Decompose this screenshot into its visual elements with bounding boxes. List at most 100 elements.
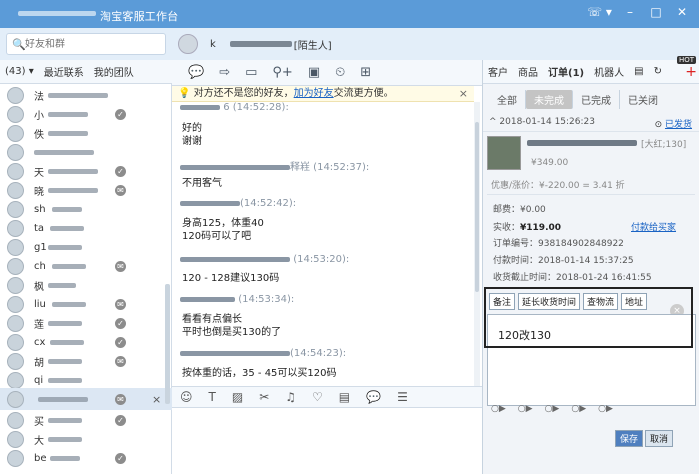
shake-icon[interactable]: ♫ bbox=[285, 390, 296, 404]
maximize-button[interactable]: □ bbox=[647, 5, 665, 19]
name-blur bbox=[48, 187, 98, 193]
image-icon[interactable]: ▨ bbox=[232, 390, 243, 404]
flag-radio-green[interactable]: ○▶ bbox=[545, 404, 560, 414]
pay-time: 付款时间：2018-01-14 15:37:25 bbox=[493, 256, 634, 266]
tab-customer[interactable]: 客户 bbox=[483, 64, 513, 79]
status-icon: ✓ bbox=[115, 452, 126, 464]
contact-item-selected[interactable]: ✉ × bbox=[0, 388, 172, 410]
video-icon[interactable]: ▭ bbox=[245, 65, 257, 80]
notice-close-icon[interactable]: × bbox=[459, 86, 468, 102]
status-icon: ✉ bbox=[115, 298, 126, 310]
avatar bbox=[7, 219, 24, 237]
avatar bbox=[7, 411, 24, 429]
tab-contacts[interactable]: (43) ▾ bbox=[0, 66, 39, 77]
order-date: ^ 2018-01-14 15:26:23 bbox=[489, 117, 595, 127]
screenshot-icon[interactable]: ✂ bbox=[259, 390, 269, 404]
contact-name-blur bbox=[229, 41, 292, 47]
name-blur bbox=[48, 130, 88, 136]
note-icon[interactable]: ▤ bbox=[629, 66, 648, 77]
contact-name: sh bbox=[34, 203, 46, 215]
refresh-icon[interactable]: ↻ bbox=[649, 66, 667, 77]
friend-notice: 💡 对方还不是您的好友，加为好友交流更方便。 × bbox=[172, 86, 474, 102]
avatar bbox=[7, 181, 24, 199]
tab-order[interactable]: 订单(1) bbox=[543, 64, 589, 79]
tab-recent[interactable]: 最近联系 bbox=[39, 64, 89, 79]
message-body: 120 - 128建议130码 bbox=[182, 272, 279, 285]
close-icon[interactable]: × bbox=[152, 393, 161, 406]
chat-scrollbar[interactable] bbox=[474, 102, 480, 388]
save-button[interactable]: 保存 bbox=[615, 430, 644, 447]
order-date-text: 2018-01-14 15:26:23 bbox=[499, 117, 595, 127]
chat-area: 💡 对方还不是您的好友，加为好友交流更方便。 × 6 (14:52:28): 好… bbox=[172, 86, 482, 388]
name-blur bbox=[48, 92, 108, 98]
flag-radio-yellow[interactable]: ○▶ bbox=[518, 404, 533, 414]
avatar bbox=[7, 352, 24, 370]
scroll-thumb[interactable] bbox=[475, 122, 479, 292]
filter-all[interactable]: 全部 bbox=[489, 89, 526, 109]
status-icon: ✓ bbox=[115, 317, 126, 329]
favorite-icon[interactable]: ♡ bbox=[312, 390, 323, 404]
message-line: 不用客气 bbox=[182, 178, 222, 189]
discount-text: 优惠/涨价：¥-220.00 = 3.41 折 bbox=[491, 181, 625, 191]
time-icon[interactable]: ⏲ bbox=[335, 65, 345, 80]
filter-incomplete[interactable]: 未完成 bbox=[526, 89, 573, 109]
filter-complete[interactable]: 已完成 bbox=[573, 89, 620, 109]
emoji-icon[interactable]: ☺ bbox=[180, 390, 193, 404]
cancel-button[interactable]: 取消 bbox=[645, 430, 674, 447]
more-icon[interactable]: ☰ bbox=[397, 390, 408, 404]
screen-icon[interactable]: ▣ bbox=[308, 65, 320, 80]
pay-seller-link[interactable]: 付款给买家 bbox=[631, 220, 676, 233]
avatar bbox=[7, 200, 24, 218]
search-box[interactable]: 🔍 bbox=[6, 33, 166, 55]
history-icon[interactable]: ▤ bbox=[339, 390, 350, 404]
transfer-icon[interactable]: ⇨ bbox=[219, 65, 230, 80]
message-input[interactable] bbox=[172, 408, 482, 474]
message-header: (14:54:23): bbox=[180, 348, 346, 359]
close-button[interactable]: ✕ bbox=[673, 5, 691, 19]
name-blur bbox=[34, 149, 94, 155]
quick-reply-icon[interactable]: 💬 bbox=[366, 390, 381, 404]
divider bbox=[487, 194, 695, 195]
order-status: ⊙ 已发货 bbox=[654, 120, 692, 130]
avatar bbox=[7, 162, 24, 180]
contact-name: 小 bbox=[34, 110, 44, 122]
search-input[interactable] bbox=[25, 36, 161, 52]
shipped-link[interactable]: 已发货 bbox=[665, 120, 692, 130]
avatar bbox=[7, 105, 24, 123]
message-time: (14:53:20): bbox=[293, 254, 350, 265]
avatar bbox=[7, 430, 24, 448]
contact-name: ta bbox=[34, 222, 45, 234]
minimize-button[interactable]: – bbox=[621, 5, 639, 19]
tab-product[interactable]: 商品 bbox=[513, 64, 543, 79]
chat-icon[interactable]: 💬 bbox=[188, 65, 204, 80]
contact-avatar bbox=[178, 34, 198, 54]
status-icon: ✉ bbox=[115, 260, 126, 272]
avatar bbox=[7, 314, 24, 332]
chat-contact-header: k [陌生人] bbox=[178, 32, 332, 56]
filter-closed[interactable]: 已关闭 bbox=[620, 90, 666, 109]
product-thumbnail[interactable] bbox=[487, 136, 521, 170]
status-icon: ✉ bbox=[115, 184, 126, 196]
add-user-icon[interactable]: ⚲+ bbox=[272, 65, 292, 80]
flag-radio-purple[interactable]: ○▶ bbox=[598, 404, 613, 414]
font-icon[interactable]: T bbox=[209, 390, 216, 404]
contact-scrollbar[interactable] bbox=[165, 284, 170, 404]
name-blur bbox=[48, 111, 88, 117]
status-icon: ✓ bbox=[115, 108, 126, 120]
flag-radio-blue[interactable]: ○▶ bbox=[571, 404, 586, 414]
phone-icon[interactable]: ☏ ▾ bbox=[587, 5, 612, 19]
add-friend-link[interactable]: 加为好友 bbox=[294, 88, 334, 99]
status-icon: ✓ bbox=[115, 414, 126, 426]
tab-team[interactable]: 我的团队 bbox=[89, 64, 139, 79]
contact-item[interactable]: be ✓ bbox=[0, 447, 172, 469]
flag-radio-red[interactable]: ○▶ bbox=[491, 404, 506, 414]
app-icon[interactable]: ⊞ bbox=[360, 65, 371, 80]
message-line: 按体重的话，35 - 45可以买120码 bbox=[182, 368, 337, 379]
tab-robot[interactable]: 机器人 bbox=[589, 64, 629, 79]
contact-name: 买 bbox=[34, 416, 44, 428]
add-icon[interactable]: + bbox=[685, 64, 697, 80]
paid-amount: ¥119.00 bbox=[520, 223, 562, 233]
contact-name-prefix: k bbox=[210, 38, 216, 50]
name-blur bbox=[50, 455, 80, 461]
confirm-deadline: 收货截止时间：2018-01-24 16:41:55 bbox=[493, 273, 652, 283]
